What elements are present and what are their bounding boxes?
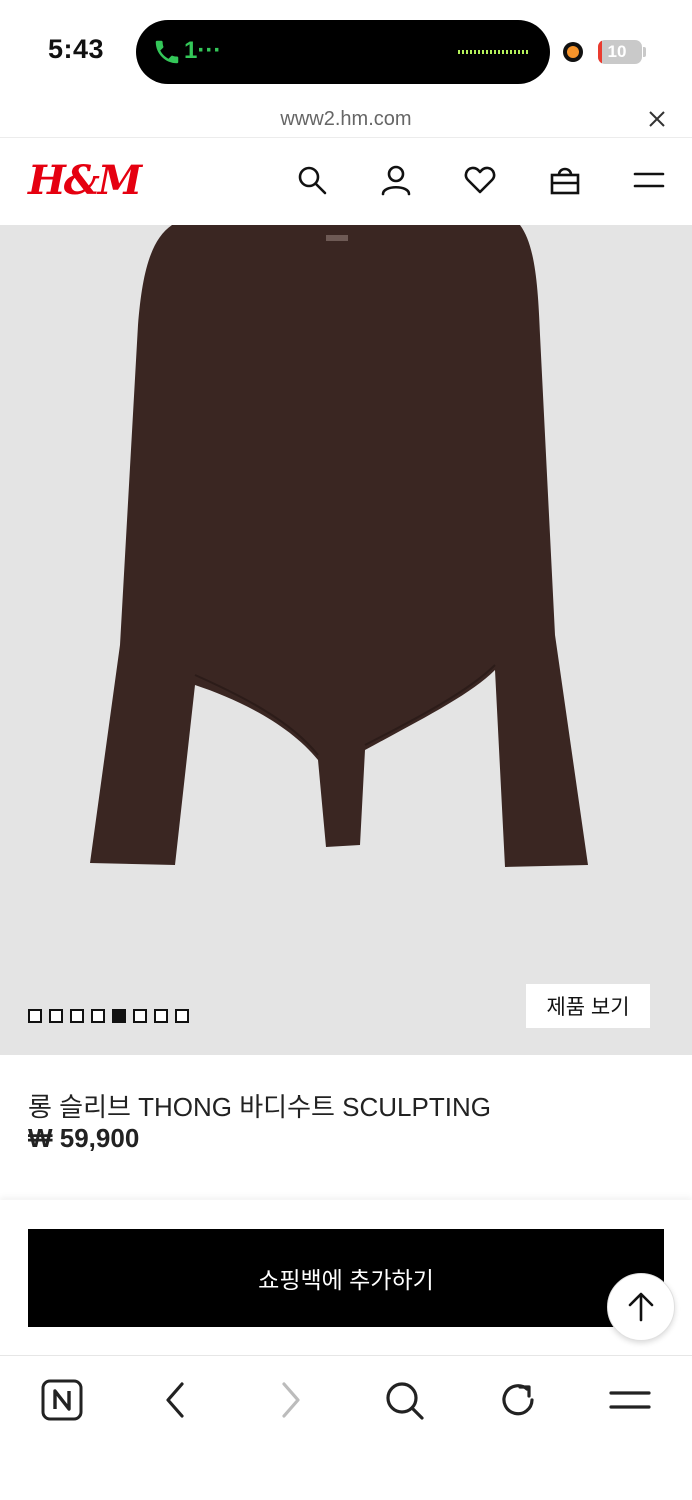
gallery-dot[interactable] xyxy=(28,1009,42,1023)
audio-waveform-icon xyxy=(458,50,528,54)
product-name: 롱 슬리브 THONG 바디수트 SCULPTING xyxy=(28,1092,491,1122)
battery-tip xyxy=(643,47,646,57)
gallery-pagination[interactable] xyxy=(28,1009,189,1025)
shopping-bag-icon[interactable] xyxy=(548,163,582,197)
url-bar[interactable]: www2.hm.com xyxy=(0,100,692,138)
view-product-button[interactable]: 제품 보기 xyxy=(526,984,650,1028)
add-to-bag-area: 쇼핑백에 추가하기 xyxy=(0,1200,692,1355)
gallery-dot[interactable] xyxy=(70,1009,84,1023)
gallery-dot-active[interactable] xyxy=(112,1009,126,1023)
gallery-dot[interactable] xyxy=(154,1009,168,1023)
close-icon[interactable] xyxy=(646,108,668,130)
favorites-icon[interactable] xyxy=(463,163,497,197)
scroll-to-top-button[interactable] xyxy=(607,1273,675,1341)
gallery-dot[interactable] xyxy=(91,1009,105,1023)
search-icon[interactable] xyxy=(382,1378,426,1422)
search-icon[interactable] xyxy=(295,163,329,197)
product-photo-bodysuit xyxy=(90,225,588,867)
battery-percent: 10 xyxy=(607,42,627,61)
battery-icon: 10 xyxy=(598,40,642,64)
status-time: 5:43 xyxy=(48,34,105,64)
recording-indicator xyxy=(563,42,583,62)
gallery-dot[interactable] xyxy=(133,1009,147,1023)
site-header: H&M xyxy=(0,139,692,225)
product-image-gallery[interactable]: 제품 보기 xyxy=(0,225,692,1055)
menu-icon[interactable] xyxy=(608,1378,652,1422)
arrow-up-icon xyxy=(628,1292,654,1322)
status-bar: 5:43 1··· 10 xyxy=(0,0,692,100)
browser-toolbar xyxy=(0,1355,692,1500)
account-icon[interactable] xyxy=(379,163,413,197)
gallery-dot[interactable] xyxy=(49,1009,63,1023)
bodysuit-shape xyxy=(90,225,588,867)
url-text[interactable]: www2.hm.com xyxy=(0,108,692,131)
product-info: 롱 슬리브 THONG 바디수트 SCULPTING ₩ 59,900 xyxy=(0,1055,692,1200)
reload-icon[interactable] xyxy=(496,1378,540,1422)
menu-icon[interactable] xyxy=(632,163,666,197)
hm-logo[interactable]: H&M xyxy=(28,157,142,204)
forward-icon[interactable] xyxy=(268,1378,312,1422)
phone-call-icon xyxy=(155,40,179,64)
product-price: ₩ 59,900 xyxy=(28,1123,140,1153)
dynamic-island[interactable]: 1··· xyxy=(136,20,550,84)
call-duration: 1··· xyxy=(184,37,222,64)
gallery-dot[interactable] xyxy=(175,1009,189,1023)
naver-icon[interactable] xyxy=(40,1378,84,1422)
back-icon[interactable] xyxy=(154,1378,198,1422)
add-to-bag-button[interactable]: 쇼핑백에 추가하기 xyxy=(28,1229,664,1327)
